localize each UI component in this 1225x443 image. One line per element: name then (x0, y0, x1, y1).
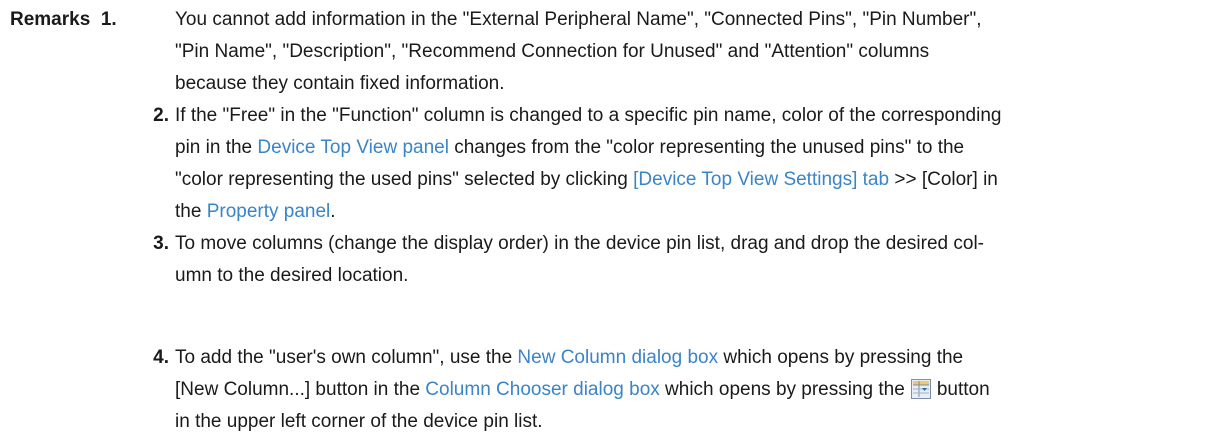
remark-3-line: umn to the desired location. (175, 265, 409, 286)
remark-2-text-segment: pin in the (175, 137, 258, 158)
remark-3-text: To move columns (change the display orde… (175, 228, 1205, 292)
remarks-section: Remarks 1. You cannot add information in… (0, 0, 1225, 443)
remark-4-text-segment: [New Column...] button in the (175, 379, 426, 400)
new-column-dialog-link[interactable]: New Column dialog box (517, 347, 718, 368)
remark-2-text: If the "Free" in the "Function" column i… (175, 100, 1205, 228)
remark-2-text-segment: the (175, 201, 207, 222)
remark-3-number: 3. (153, 233, 169, 254)
remark-4-text-segment: which opens by pressing the (718, 347, 964, 368)
column-chooser-icon (910, 378, 931, 399)
remarks-heading: Remarks 1. (10, 4, 117, 36)
remark-2-text-segment: changes from the "color representing the… (448, 137, 965, 158)
remark-4-line: in the upper left corner of the device p… (175, 411, 543, 432)
remark-2-line: If the "Free" in the "Function" column i… (175, 105, 1002, 126)
column-chooser-dialog-link[interactable]: Column Chooser dialog box (425, 379, 659, 400)
remarks-heading-label: Remarks (10, 9, 91, 30)
remark-4-line: [New Column...] button in the Column Cho… (175, 374, 1205, 406)
remark-1-number: 1. (100, 9, 117, 30)
remark-4-number: 4. (153, 347, 169, 368)
remark-4-text-segment: button (936, 379, 990, 400)
remark-2-text-segment: . (330, 201, 336, 222)
remark-3-line: To move columns (change the display orde… (175, 233, 984, 254)
remark-2-number: 2. (153, 105, 169, 126)
remark-2-text-segment: "color representing the used pins" selec… (175, 169, 634, 190)
remark-2-line: the Property panel. (175, 196, 1205, 228)
remark-4-line: To add the "user's own column", use the … (175, 342, 1205, 374)
remark-4-text: To add the "user's own column", use the … (175, 342, 1205, 438)
remark-2-line: "color representing the used pins" selec… (175, 164, 1205, 196)
remark-4-text-segment: To add the "user's own column", use the (175, 347, 518, 368)
device-top-view-settings-tab-link[interactable]: [Device Top View Settings] tab (633, 169, 889, 190)
remark-1-text: You cannot add information in the "Exter… (175, 4, 1205, 100)
property-panel-link[interactable]: Property panel (207, 201, 331, 222)
device-top-view-panel-link[interactable]: Device Top View panel (257, 137, 449, 158)
remark-2-text-segment: >> [Color] in (889, 169, 998, 190)
remark-1-line: You cannot add information in the "Exter… (175, 9, 982, 30)
remark-1-line: "Pin Name", "Description", "Recommend Co… (175, 41, 930, 62)
remark-2-line: pin in the Device Top View panel changes… (175, 132, 1205, 164)
remark-1-line: because they contain fixed information. (175, 73, 505, 94)
remark-4-text-segment: which opens by pressing the (659, 379, 905, 400)
